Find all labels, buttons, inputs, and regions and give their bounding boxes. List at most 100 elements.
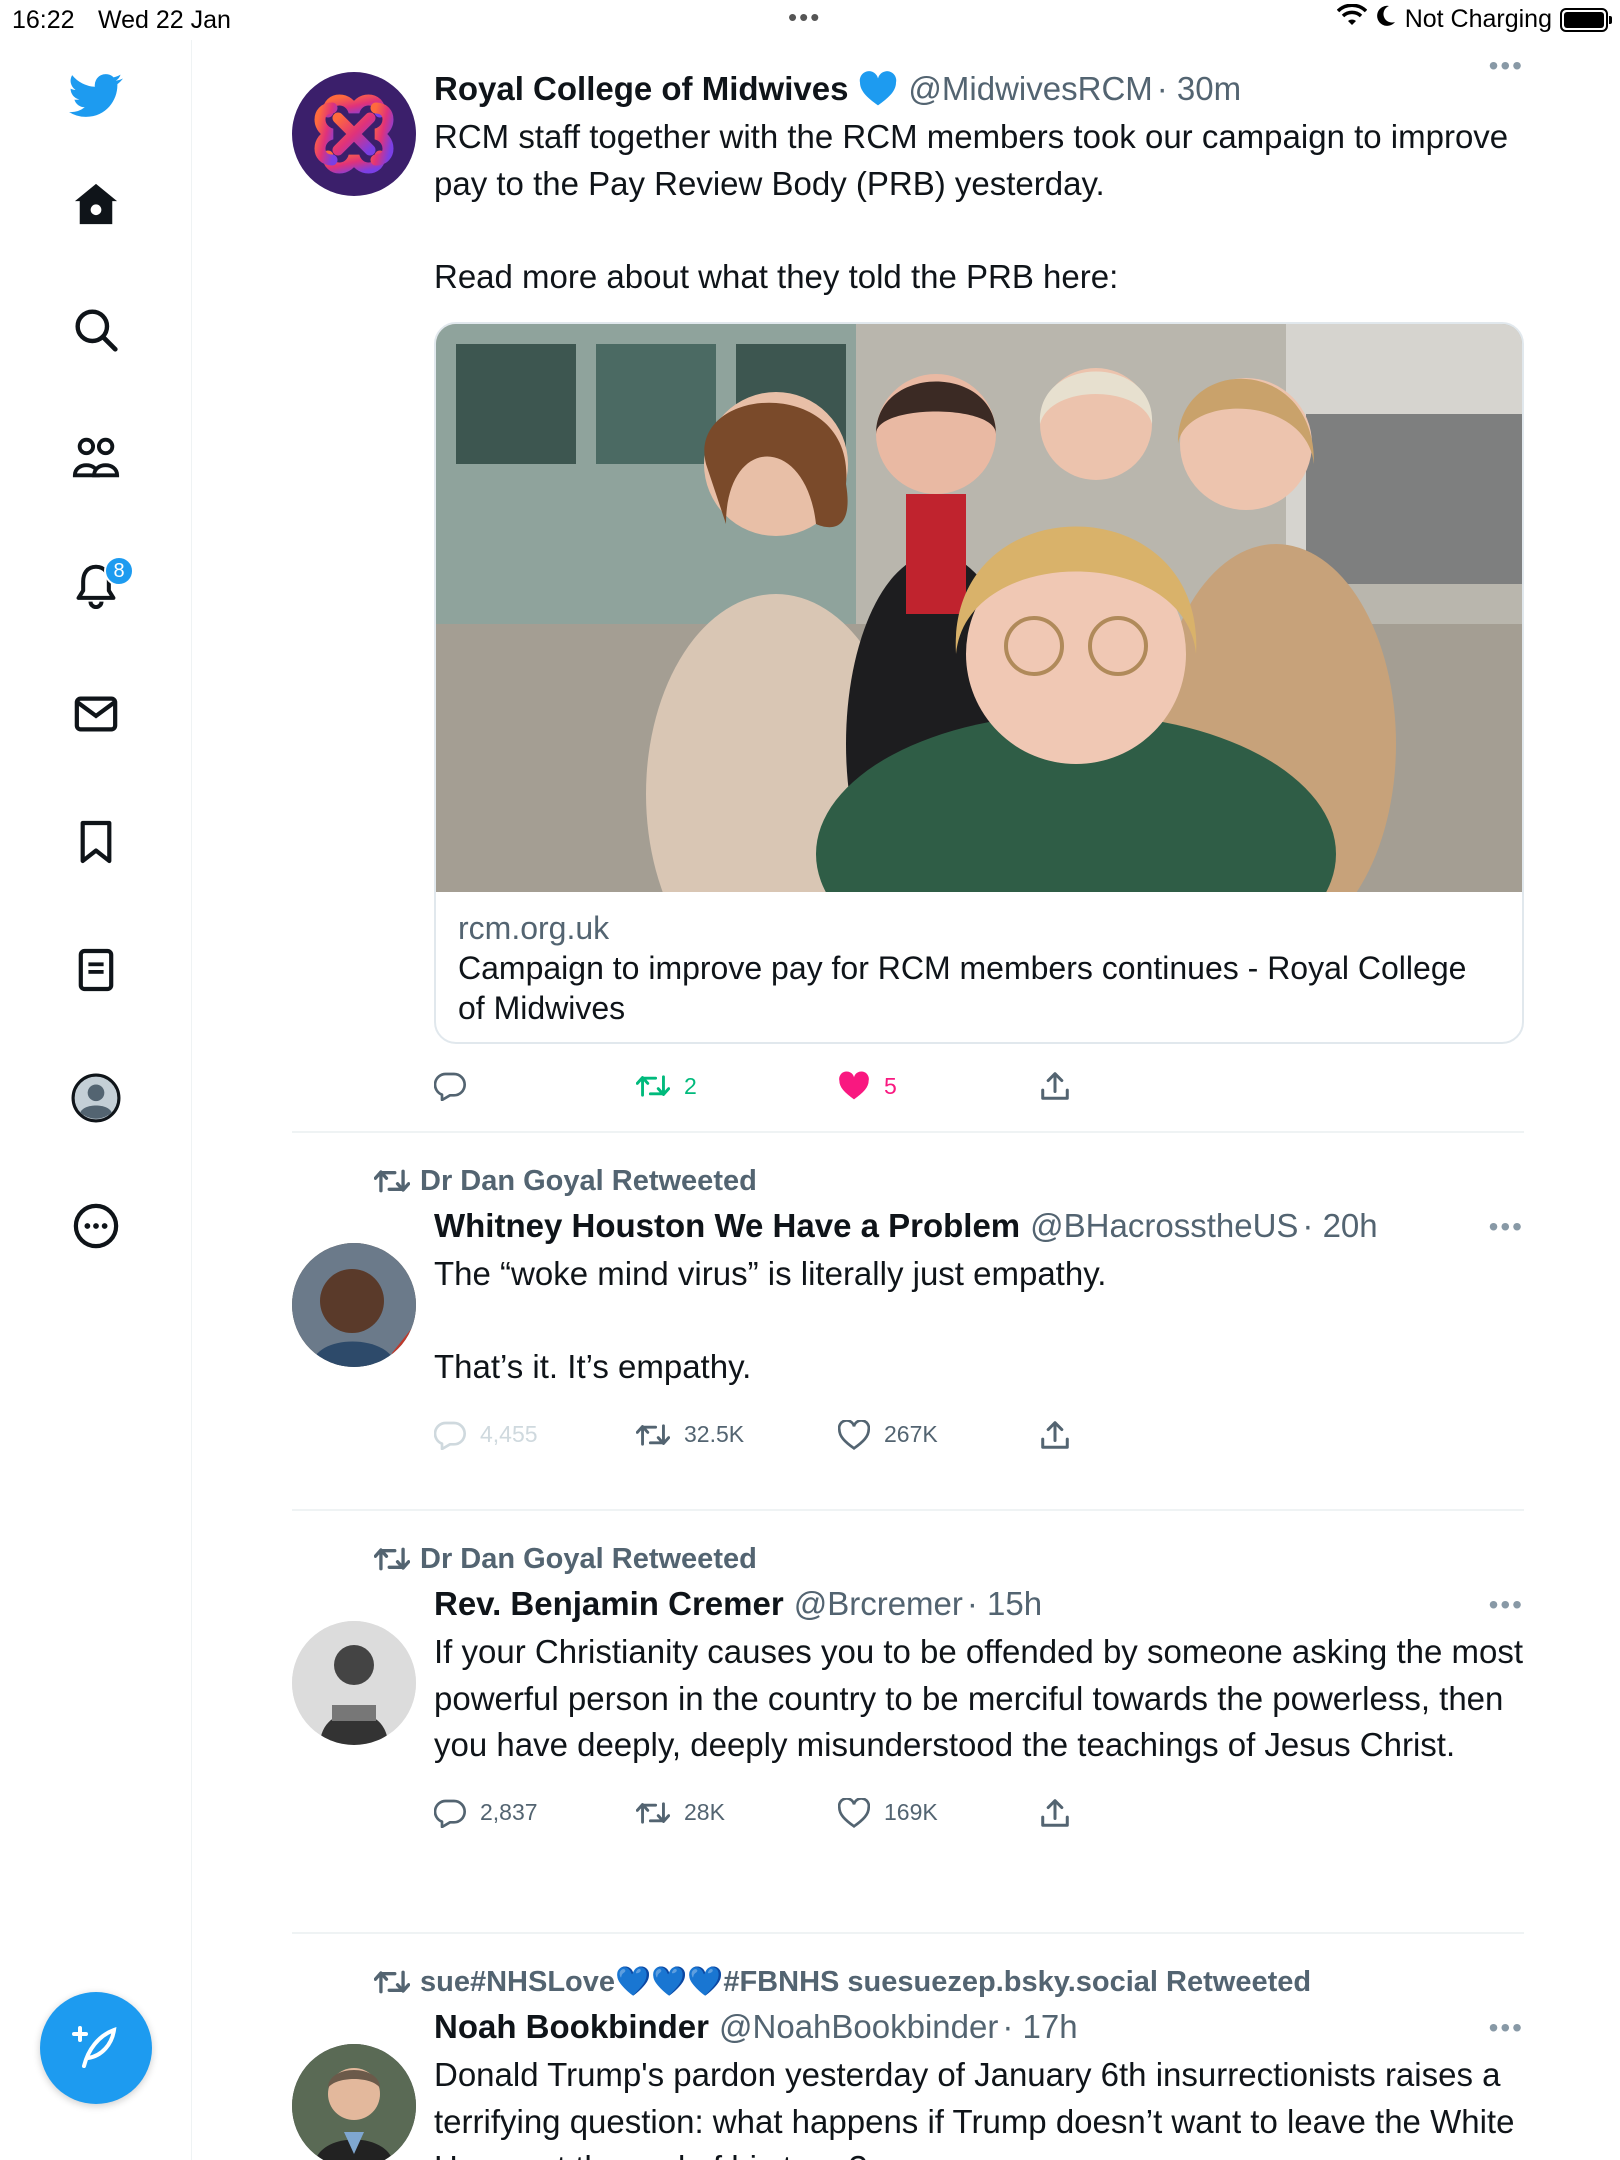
messages-icon[interactable]: [64, 682, 128, 746]
retweeted-by[interactable]: Dr Dan Goyal Retweeted: [374, 1539, 1524, 1579]
avatar[interactable]: [292, 72, 416, 196]
status-time: 16:22: [12, 6, 75, 34]
tweet-actions: 2 5: [434, 1066, 1524, 1106]
tweet-header: Whitney Houston We Have a Problem @BHacr…: [434, 1201, 1524, 1251]
reply-button[interactable]: 2,837: [434, 1798, 636, 1828]
retweeted-by[interactable]: sue#NHSLove💙💙💙#FBNHS suesuezep.bsky.soci…: [374, 1962, 1524, 2002]
reply-button[interactable]: [434, 1071, 636, 1101]
tweet-text: Donald Trump's pardon yesterday of Janua…: [434, 2056, 1515, 2160]
compose-tweet-button[interactable]: [40, 1992, 152, 2104]
bookmarks-icon[interactable]: [64, 810, 128, 874]
retweeted-by-label: sue#NHSLove💙💙💙#FBNHS suesuezep.bsky.soci…: [420, 1966, 1312, 1998]
tweet-header: Rev. Benjamin Cremer @Brcremer · 15h: [434, 1579, 1524, 1629]
share-button[interactable]: [1040, 1420, 1242, 1450]
author-handle[interactable]: @MidwivesRCM: [908, 64, 1152, 114]
more-options-icon[interactable]: •••: [1489, 2012, 1524, 2044]
retweet-icon: [636, 1423, 670, 1446]
status-bar: 16:22 Wed 22 Jan ••• Not Charging: [0, 0, 1620, 40]
tweet[interactable]: Dr Dan Goyal Retweeted Whitney Houston W…: [292, 1161, 1524, 1511]
retweet-count: 28K: [684, 1799, 725, 1825]
tweet-text: If your Christianity causes you to be of…: [434, 1633, 1533, 1763]
reply-button[interactable]: 4,455: [434, 1420, 636, 1450]
tweet[interactable]: sue#NHSLove💙💙💙#FBNHS suesuezep.bsky.soci…: [292, 1962, 1524, 2160]
sidebar: 8: [0, 40, 192, 2160]
reply-icon: [434, 1799, 466, 1828]
rcm-logo-icon: [314, 94, 394, 174]
retweet-button[interactable]: 32.5K: [636, 1421, 838, 1449]
share-button[interactable]: [1040, 1798, 1242, 1828]
avatar-photo: [292, 1621, 416, 1745]
retweeted-by[interactable]: Dr Dan Goyal Retweeted: [374, 1161, 1524, 1201]
tweet[interactable]: Royal College of Midwives @MidwivesRCM ·…: [292, 40, 1524, 1133]
reply-icon: [434, 1072, 466, 1101]
verified-heart-icon: [858, 71, 898, 107]
avatar[interactable]: [292, 1243, 416, 1367]
wifi-icon: [1336, 3, 1367, 35]
heart-icon: [838, 1797, 870, 1828]
search-icon[interactable]: [64, 298, 128, 362]
lists-icon[interactable]: [64, 938, 128, 1002]
share-icon: [1041, 1420, 1069, 1449]
author-name[interactable]: Noah Bookbinder: [434, 2002, 709, 2052]
avatar[interactable]: [292, 2044, 416, 2160]
retweet-button[interactable]: 2: [636, 1072, 838, 1100]
retweet-icon: [636, 1801, 670, 1824]
tweet-header: Noah Bookbinder @NoahBookbinder · 17h: [434, 2002, 1524, 2052]
like-button[interactable]: 5: [838, 1071, 1040, 1101]
status-right: Not Charging: [1336, 3, 1612, 35]
tweet-text: The “woke mind virus” is literally just …: [434, 1255, 1107, 1385]
author-name[interactable]: Rev. Benjamin Cremer: [434, 1579, 784, 1629]
battery-icon: [1560, 7, 1612, 32]
author-handle[interactable]: @NoahBookbinder: [719, 2002, 998, 2052]
author-handle[interactable]: @BHacrosstheUS: [1030, 1201, 1298, 1251]
moon-icon: [1375, 4, 1397, 35]
retweeted-by-label: Dr Dan Goyal Retweeted: [420, 1542, 757, 1575]
like-button[interactable]: 169K: [838, 1797, 1040, 1828]
profile-icon[interactable]: [64, 1066, 128, 1130]
retweeted-by-label: Dr Dan Goyal Retweeted: [420, 1164, 757, 1197]
retweet-count: 2: [684, 1072, 697, 1099]
author-handle[interactable]: @Brcremer: [794, 1579, 963, 1629]
more-options-icon[interactable]: •••: [1489, 1589, 1524, 1621]
retweet-icon: [374, 1169, 410, 1193]
tweet-text: RCM staff together with the RCM members …: [434, 118, 1509, 295]
tweet-time[interactable]: · 17h: [1002, 2002, 1077, 2052]
multitask-dots[interactable]: •••: [788, 2, 821, 33]
like-count: 5: [884, 1072, 897, 1099]
tweet-actions: 4,455 32.5K 267K: [434, 1415, 1524, 1455]
author-name[interactable]: Whitney Houston We Have a Problem: [434, 1201, 1020, 1251]
author-name[interactable]: Royal College of Midwives: [434, 64, 848, 114]
card-domain: rcm.org.uk: [458, 910, 610, 946]
timeline: Royal College of Midwives @MidwivesRCM ·…: [292, 40, 1524, 2160]
retweet-icon: [636, 1075, 670, 1097]
home-icon[interactable]: [64, 172, 128, 236]
share-icon: [1041, 1072, 1069, 1100]
notifications-icon[interactable]: 8: [64, 554, 134, 618]
like-count: 169K: [884, 1799, 938, 1825]
charging-status: Not Charging: [1404, 5, 1552, 33]
like-button[interactable]: 267K: [838, 1419, 1040, 1450]
twitter-logo-icon[interactable]: [64, 64, 128, 128]
heart-filled-icon: [839, 1071, 869, 1100]
tweet[interactable]: Dr Dan Goyal Retweeted Rev. Benjamin Cre…: [292, 1539, 1524, 1934]
tweet-actions: 2,837 28K 169K: [434, 1793, 1524, 1833]
notification-badge: 8: [104, 556, 134, 586]
communities-icon[interactable]: [64, 426, 128, 490]
retweet-icon: [374, 1970, 410, 1994]
share-button[interactable]: [1040, 1071, 1242, 1101]
more-options-icon[interactable]: •••: [1489, 1211, 1524, 1243]
status-date: Wed 22 Jan: [98, 6, 231, 34]
avatar[interactable]: [292, 1621, 416, 1745]
avatar-photo: [292, 1243, 416, 1367]
reply-count: 2,837: [480, 1799, 538, 1825]
more-icon[interactable]: [64, 1194, 128, 1258]
tweet-time[interactable]: · 15h: [967, 1579, 1042, 1629]
more-options-icon[interactable]: •••: [1489, 50, 1524, 82]
tweet-time[interactable]: · 30m: [1157, 64, 1241, 114]
card-meta: rcm.org.uk Campaign to improve pay for R…: [436, 892, 1522, 1042]
tweet-time[interactable]: · 20h: [1302, 1201, 1377, 1251]
avatar-photo: [292, 2044, 416, 2160]
retweet-count: 32.5K: [684, 1421, 745, 1447]
link-card[interactable]: rcm.org.uk Campaign to improve pay for R…: [434, 322, 1524, 1044]
retweet-button[interactable]: 28K: [636, 1799, 838, 1827]
